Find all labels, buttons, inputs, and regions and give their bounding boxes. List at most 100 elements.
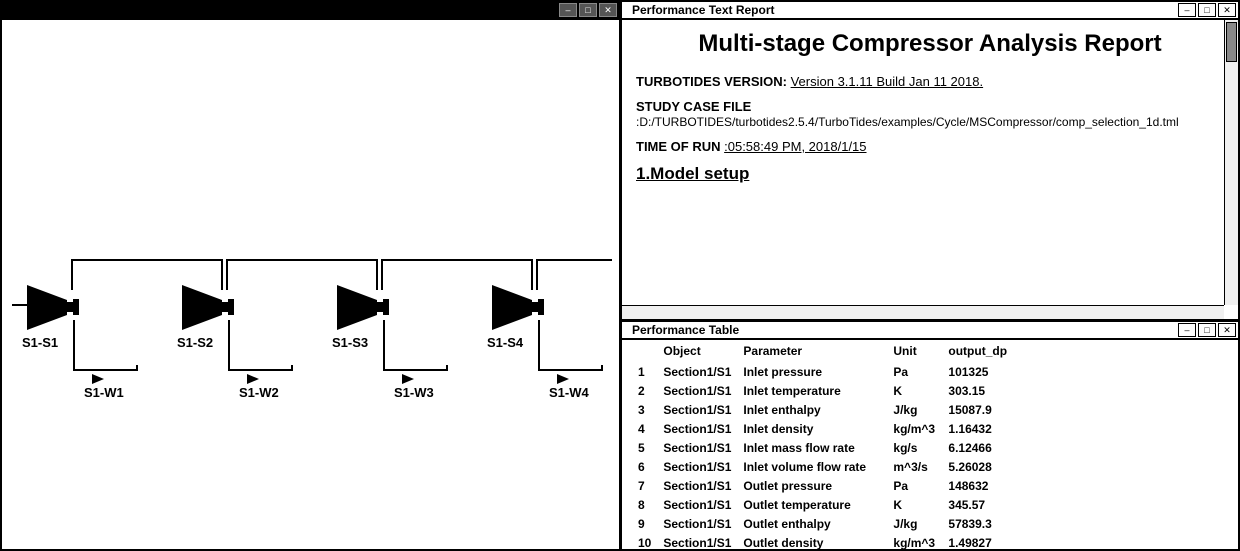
report-titlebar: Performance Text Report ‒ □ ✕ — [622, 2, 1238, 20]
compressor-icon — [337, 285, 377, 330]
performance-table: Object Parameter Unit output_dp 1Section… — [632, 342, 1238, 549]
flow-arrow-icon — [247, 374, 259, 384]
cell-value: 1.49827 — [942, 533, 1238, 549]
table-row[interactable]: 6Section1/S1Inlet volume flow ratem^3/s5… — [632, 457, 1238, 476]
cell-object: Section1/S1 — [657, 476, 737, 495]
cell-value: 1.16432 — [942, 419, 1238, 438]
table-row[interactable]: 3Section1/S1Inlet enthalpyJ/kg15087.9 — [632, 400, 1238, 419]
cell-object: Section1/S1 — [657, 362, 737, 381]
row-index: 5 — [632, 438, 657, 457]
flow-label: S1-W2 — [239, 385, 279, 400]
minimize-button[interactable]: ‒ — [1178, 323, 1196, 337]
cell-parameter: Inlet density — [737, 419, 887, 438]
scrollbar-thumb[interactable] — [1226, 22, 1237, 62]
stage-label: S1-S4 — [487, 335, 523, 350]
flow-label: S1-W1 — [84, 385, 124, 400]
minimize-button[interactable]: ‒ — [559, 3, 577, 17]
table-window: Performance Table ‒ □ ✕ Object Parameter… — [622, 322, 1238, 549]
row-index: 7 — [632, 476, 657, 495]
cell-parameter: Inlet volume flow rate — [737, 457, 887, 476]
diagram-titlebar: ‒ □ ✕ — [2, 2, 619, 20]
row-index: 10 — [632, 533, 657, 549]
cell-unit: K — [887, 495, 942, 514]
time-of-run-value: :05:58:49 PM, 2018/1/15 — [724, 139, 866, 154]
cell-unit: kg/m^3 — [887, 533, 942, 549]
cell-value: 57839.3 — [942, 514, 1238, 533]
cell-parameter: Inlet enthalpy — [737, 400, 887, 419]
performance-table-body: Object Parameter Unit output_dp 1Section… — [622, 340, 1238, 549]
flow-arrow-icon — [92, 374, 104, 384]
section-heading: 1.Model setup — [636, 164, 1224, 184]
cell-object: Section1/S1 — [657, 457, 737, 476]
report-scrollbar-horizontal[interactable] — [622, 305, 1224, 319]
close-button[interactable]: ✕ — [599, 3, 617, 17]
report-heading: Multi-stage Compressor Analysis Report — [636, 30, 1224, 58]
report-window: Performance Text Report ‒ □ ✕ Multi-stag… — [622, 2, 1238, 322]
cell-object: Section1/S1 — [657, 419, 737, 438]
table-row[interactable]: 8Section1/S1Outlet temperatureK345.57 — [632, 495, 1238, 514]
cell-object: Section1/S1 — [657, 438, 737, 457]
close-button[interactable]: ✕ — [1218, 323, 1236, 337]
cell-value: 5.26028 — [942, 457, 1238, 476]
table-header-row: Object Parameter Unit output_dp — [632, 342, 1238, 362]
cell-parameter: Outlet density — [737, 533, 887, 549]
col-object: Object — [657, 342, 737, 362]
case-file-label: STUDY CASE FILE — [636, 99, 751, 114]
stage-label: S1-S3 — [332, 335, 368, 350]
row-index: 8 — [632, 495, 657, 514]
flow-label: S1-W4 — [549, 385, 589, 400]
col-output: output_dp — [942, 342, 1238, 362]
col-unit: Unit — [887, 342, 942, 362]
report-scrollbar-vertical[interactable] — [1224, 20, 1238, 305]
diagram-window: ‒ □ ✕ — [2, 2, 622, 549]
row-index: 3 — [632, 400, 657, 419]
version-label: TURBOTIDES VERSION: — [636, 74, 787, 89]
cell-parameter: Outlet pressure — [737, 476, 887, 495]
cell-unit: m^3/s — [887, 457, 942, 476]
cell-unit: kg/m^3 — [887, 419, 942, 438]
compressor-icon — [492, 285, 532, 330]
cell-parameter: Outlet enthalpy — [737, 514, 887, 533]
time-of-run-label: TIME OF RUN — [636, 139, 721, 154]
compressor-icon — [27, 285, 67, 330]
col-parameter: Parameter — [737, 342, 887, 362]
table-row[interactable]: 10Section1/S1Outlet densitykg/m^31.49827 — [632, 533, 1238, 549]
stage-label: S1-S2 — [177, 335, 213, 350]
cell-unit: Pa — [887, 476, 942, 495]
row-index: 1 — [632, 362, 657, 381]
cell-object: Section1/S1 — [657, 381, 737, 400]
maximize-button[interactable]: □ — [1198, 323, 1216, 337]
cell-value: 101325 — [942, 362, 1238, 381]
table-row[interactable]: 7Section1/S1Outlet pressurePa148632 — [632, 476, 1238, 495]
table-titlebar: Performance Table ‒ □ ✕ — [622, 322, 1238, 340]
flow-label: S1-W3 — [394, 385, 434, 400]
report-window-title: Performance Text Report — [626, 3, 774, 17]
cell-object: Section1/S1 — [657, 400, 737, 419]
cell-unit: kg/s — [887, 438, 942, 457]
table-row[interactable]: 1Section1/S1Inlet pressurePa101325 — [632, 362, 1238, 381]
table-row[interactable]: 5Section1/S1Inlet mass flow ratekg/s6.12… — [632, 438, 1238, 457]
maximize-button[interactable]: □ — [579, 3, 597, 17]
table-row[interactable]: 9Section1/S1Outlet enthalpyJ/kg57839.3 — [632, 514, 1238, 533]
cell-value: 148632 — [942, 476, 1238, 495]
maximize-button[interactable]: □ — [1198, 3, 1216, 17]
report-body: Multi-stage Compressor Analysis Report T… — [622, 20, 1238, 319]
cell-value: 303.15 — [942, 381, 1238, 400]
cell-unit: Pa — [887, 362, 942, 381]
cell-object: Section1/S1 — [657, 495, 737, 514]
close-button[interactable]: ✕ — [1218, 3, 1236, 17]
table-row[interactable]: 2Section1/S1Inlet temperatureK303.15 — [632, 381, 1238, 400]
cell-parameter: Inlet mass flow rate — [737, 438, 887, 457]
cell-value: 15087.9 — [942, 400, 1238, 419]
table-row[interactable]: 4Section1/S1Inlet densitykg/m^31.16432 — [632, 419, 1238, 438]
compressor-icons-layer — [2, 20, 622, 549]
cell-object: Section1/S1 — [657, 533, 737, 549]
cell-value: 6.12466 — [942, 438, 1238, 457]
cell-parameter: Inlet pressure — [737, 362, 887, 381]
compressor-diagram: S1-S1 S1-S2 S1-S3 S1-S4 S1-W1 S1-W2 S1-W… — [2, 20, 619, 549]
flow-arrow-icon — [402, 374, 414, 384]
cell-object: Section1/S1 — [657, 514, 737, 533]
minimize-button[interactable]: ‒ — [1178, 3, 1196, 17]
cell-parameter: Outlet temperature — [737, 495, 887, 514]
cell-value: 345.57 — [942, 495, 1238, 514]
